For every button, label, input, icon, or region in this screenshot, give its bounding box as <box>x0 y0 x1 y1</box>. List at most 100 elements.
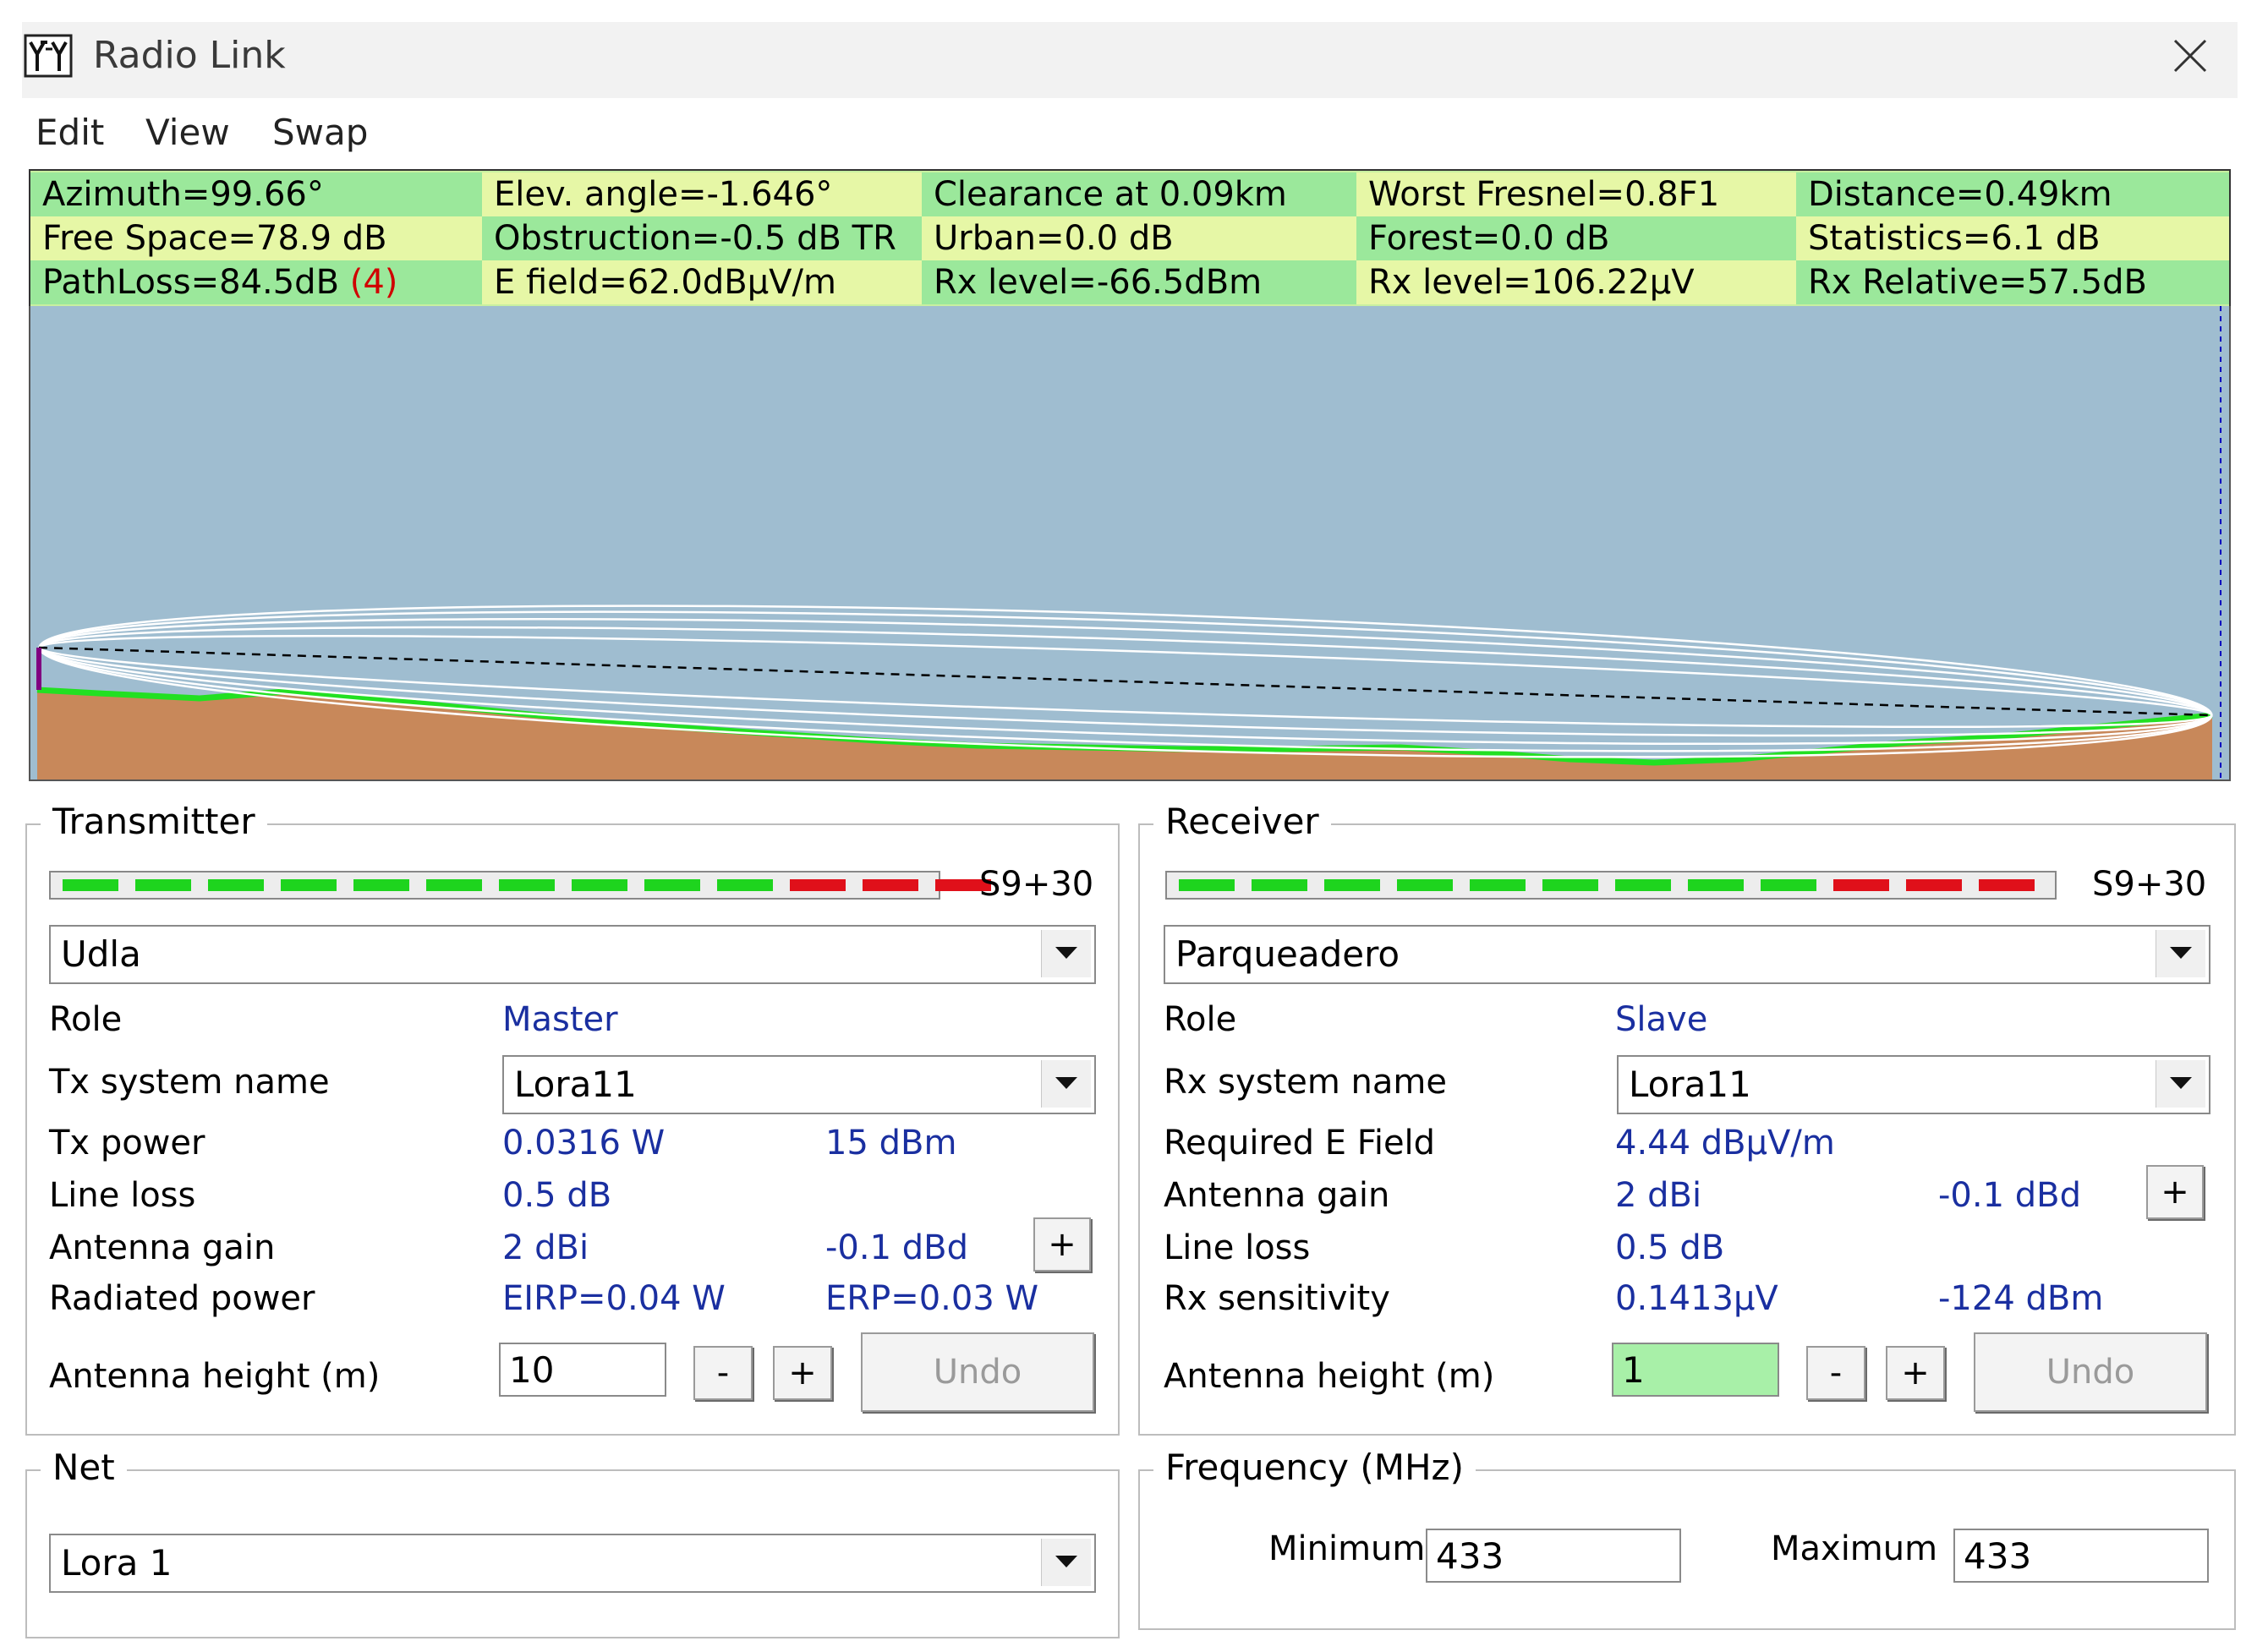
meter-segment-red <box>790 879 846 891</box>
transmitter-label: Transmitter <box>41 800 267 844</box>
meter-segment-red <box>1833 879 1889 891</box>
rx-relative: Rx Relative=57.5dB <box>1796 260 2229 304</box>
tx-antenna-height-input[interactable]: 10 <box>499 1343 666 1397</box>
tx-eirp: EIRP=0.04 W <box>502 1279 726 1318</box>
path-loss: PathLoss=84.5dB (4) <box>30 260 482 304</box>
rx-station-select[interactable]: Parqueadero <box>1164 925 2210 984</box>
terrain-profile <box>29 306 2231 781</box>
rx-antenna-height-input[interactable]: 1 <box>1612 1343 1779 1397</box>
meter-segment-green <box>1470 879 1526 891</box>
rx-undo-button[interactable]: Undo <box>1974 1332 2207 1412</box>
chevron-down-icon[interactable] <box>1041 1060 1091 1108</box>
tx-role-label: Role <box>49 1000 123 1039</box>
obstruction: Obstruction=-0.5 dB TR <box>482 216 922 260</box>
frequency-minimum-label: Minimum <box>1268 1529 1426 1568</box>
tx-system-select[interactable]: Lora11 <box>502 1055 1096 1114</box>
meter-segment-green <box>717 879 773 891</box>
antenna-grid-icon <box>24 34 73 78</box>
terrain-profile-graphic <box>30 306 2229 780</box>
elevation-angle: Elev. angle=-1.646° <box>482 172 922 216</box>
meter-segment-green <box>499 879 555 891</box>
frequency-maximum-input[interactable]: 433 <box>1953 1529 2209 1583</box>
chevron-down-icon[interactable] <box>1041 930 1091 977</box>
rx-height-plus-button[interactable]: + <box>1886 1346 1945 1400</box>
meter-segment-green <box>63 879 118 891</box>
meter-segment-green <box>1688 879 1744 891</box>
chevron-down-icon[interactable] <box>1041 1539 1091 1586</box>
free-space: Free Space=78.9 dB <box>30 216 482 260</box>
menu-swap[interactable]: Swap <box>272 110 368 156</box>
rx-antenna-gain-plus-button[interactable]: + <box>2146 1165 2204 1219</box>
meter-segment-green <box>281 879 337 891</box>
tx-height-minus-button[interactable]: - <box>693 1346 753 1400</box>
menu-edit[interactable]: Edit <box>36 110 104 156</box>
meter-segment-green <box>572 879 627 891</box>
tx-antenna-gain-dbd: -0.1 dBd <box>825 1228 968 1267</box>
frequency-maximum-label: Maximum <box>1771 1529 1938 1568</box>
meter-segment-red <box>1979 879 2035 891</box>
rx-antenna-gain-dbi: 2 dBi <box>1615 1176 1702 1215</box>
net-label: Net <box>41 1446 127 1490</box>
tx-power-watts: 0.0316 W <box>502 1124 666 1162</box>
chevron-down-icon[interactable] <box>2156 930 2205 977</box>
meter-segment-green <box>1397 879 1453 891</box>
meter-segment-green <box>1324 879 1380 891</box>
rx-level-uv: Rx level=106.22µV <box>1356 260 1796 304</box>
rx-antenna-height-label: Antenna height (m) <box>1164 1357 1495 1396</box>
net-value: Lora 1 <box>61 1542 173 1584</box>
tx-station-select[interactable]: Udla <box>49 925 1096 984</box>
rx-line-loss-value: 0.5 dB <box>1615 1228 1725 1267</box>
tx-role-value: Master <box>502 1000 618 1039</box>
tx-antenna-gain-dbi: 2 dBi <box>502 1228 589 1267</box>
rx-role-value: Slave <box>1615 1000 1708 1039</box>
meter-segment-green <box>1252 879 1307 891</box>
meter-segment-green <box>1542 879 1598 891</box>
meter-segment-green <box>1179 879 1235 891</box>
meter-segment-green <box>208 879 264 891</box>
info-row-1: Azimuth=99.66° Elev. angle=-1.646° Clear… <box>30 172 2229 216</box>
tx-power-dbm: 15 dBm <box>825 1124 957 1162</box>
azimuth: Azimuth=99.66° <box>30 172 482 216</box>
path-loss-flag: (4) <box>349 263 398 302</box>
net-select[interactable]: Lora 1 <box>49 1534 1096 1593</box>
meter-segment-red <box>863 879 918 891</box>
frequency-minimum-input[interactable]: 433 <box>1426 1529 1681 1583</box>
e-field: E field=62.0dBµV/m <box>482 260 922 304</box>
meter-segment-green <box>1761 879 1816 891</box>
meter-segment-green <box>644 879 700 891</box>
meter-segment-green <box>353 879 409 891</box>
tx-antenna-height-label: Antenna height (m) <box>49 1357 381 1396</box>
menu-view[interactable]: View <box>145 110 230 156</box>
tx-antenna-gain-plus-button[interactable]: + <box>1033 1217 1091 1272</box>
rx-antenna-gain-dbd: -0.1 dBd <box>1938 1176 2081 1215</box>
link-info-panel: Azimuth=99.66° Elev. angle=-1.646° Clear… <box>29 169 2231 308</box>
rx-sensitivity-uv: 0.1413µV <box>1615 1279 1778 1318</box>
tx-power-label: Tx power <box>49 1124 205 1162</box>
rx-station-value: Parqueadero <box>1175 933 1400 975</box>
info-row-3: PathLoss=84.5dB (4) E field=62.0dBµV/m R… <box>30 260 2229 304</box>
rx-height-minus-button[interactable]: - <box>1806 1346 1865 1400</box>
rx-antenna-gain-label: Antenna gain <box>1164 1176 1390 1215</box>
tx-line-loss-label: Line loss <box>49 1176 196 1215</box>
tx-radiated-power-label: Radiated power <box>49 1279 315 1318</box>
distance: Distance=0.49km <box>1796 172 2229 216</box>
path-loss-value: PathLoss=84.5dB <box>42 263 340 302</box>
radio-link-window: Radio Link Edit View Swap Azimuth=99.66°… <box>0 0 2257 1652</box>
rx-s-meter-reading: S9+30 <box>2092 865 2207 904</box>
window-title: Radio Link <box>93 34 286 77</box>
rx-signal-meter <box>1165 871 2057 900</box>
tx-height-plus-button[interactable]: + <box>773 1346 832 1400</box>
clearance: Clearance at 0.09km <box>922 172 1356 216</box>
tx-system-value: Lora11 <box>514 1064 637 1105</box>
tx-undo-button[interactable]: Undo <box>861 1332 1094 1412</box>
meter-segment-green <box>426 879 482 891</box>
frequency-label: Frequency (MHz) <box>1153 1446 1476 1490</box>
rx-system-value: Lora11 <box>1629 1064 1751 1105</box>
rx-sensitivity-label: Rx sensitivity <box>1164 1279 1390 1318</box>
meter-segment-green <box>1615 879 1671 891</box>
rx-required-efield-label: Required E Field <box>1164 1124 1436 1162</box>
close-button[interactable] <box>2156 32 2224 85</box>
rx-system-select[interactable]: Lora11 <box>1617 1055 2210 1114</box>
receiver-label: Receiver <box>1153 800 1331 844</box>
chevron-down-icon[interactable] <box>2156 1060 2205 1108</box>
